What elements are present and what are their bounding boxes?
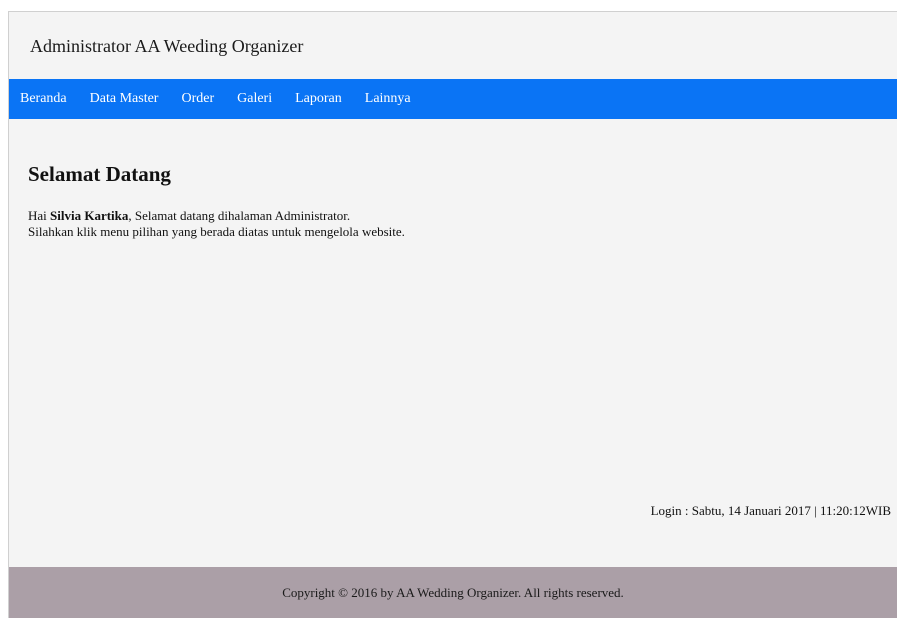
main-navbar: Beranda Data Master Order Galeri Laporan… <box>9 79 897 119</box>
page-container: Administrator AA Weeding Organizer Beran… <box>8 11 897 618</box>
user-name: Silvia Kartika <box>50 208 129 223</box>
main-content: Selamat Datang Hai Silvia Kartika, Selam… <box>9 119 897 567</box>
nav-item-order[interactable]: Order <box>170 79 226 119</box>
nav-item-beranda[interactable]: Beranda <box>9 79 79 119</box>
site-header: Administrator AA Weeding Organizer <box>9 12 897 79</box>
copyright-text: Copyright © 2016 by AA Wedding Organizer… <box>282 585 624 600</box>
login-timestamp: Login : Sabtu, 14 Januari 2017 | 11:20:1… <box>650 503 891 518</box>
site-footer: Copyright © 2016 by AA Wedding Organizer… <box>9 567 897 618</box>
nav-item-lainnya[interactable]: Lainnya <box>354 79 423 119</box>
nav-item-data-master[interactable]: Data Master <box>79 79 171 119</box>
nav-item-laporan[interactable]: Laporan <box>284 79 354 119</box>
welcome-message: Hai Silvia Kartika, Selamat datang dihal… <box>28 208 405 240</box>
page-title: Selamat Datang <box>28 162 171 186</box>
instruction-line: Silahkan klik menu pilihan yang berada d… <box>28 224 405 239</box>
greeting-line: Hai Silvia Kartika, Selamat datang dihal… <box>28 208 405 224</box>
greeting-prefix: Hai <box>28 208 51 223</box>
site-title: Administrator AA Weeding Organizer <box>30 36 304 56</box>
nav-item-galeri[interactable]: Galeri <box>226 79 284 119</box>
greeting-suffix: , Selamat datang dihalaman Administrator… <box>128 208 351 223</box>
